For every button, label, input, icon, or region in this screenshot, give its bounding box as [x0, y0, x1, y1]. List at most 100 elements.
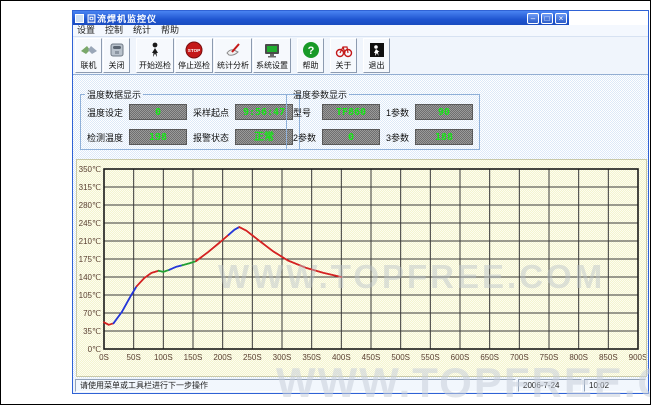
- about-button[interactable]: 关于: [330, 38, 357, 73]
- param2-value: 0: [322, 129, 380, 145]
- param3-label: 3参数: [386, 131, 409, 144]
- toolbar-button-label: 退出: [369, 61, 385, 71]
- svg-text:140℃: 140℃: [79, 273, 101, 282]
- help-button[interactable]: ? 帮助: [297, 38, 324, 73]
- svg-text:0S: 0S: [99, 353, 109, 362]
- stop-sign-icon: STOP: [185, 41, 203, 59]
- menu-item-statistics[interactable]: 统计: [133, 25, 151, 36]
- start-inspection-button[interactable]: 开始巡检: [136, 38, 174, 73]
- menu-item-help[interactable]: 帮助: [161, 25, 179, 36]
- statistics-analysis-button[interactable]: 统计分析: [214, 38, 252, 73]
- toolbar-separator: [292, 38, 296, 73]
- exit-icon: [368, 41, 386, 59]
- bicycle-icon: [335, 41, 353, 59]
- svg-text:900S: 900S: [629, 353, 646, 362]
- toolbar-button-label: 关于: [336, 61, 352, 71]
- menu-item-settings[interactable]: 设置: [77, 25, 95, 36]
- param1-value: 90: [415, 104, 473, 120]
- svg-text:550S: 550S: [421, 353, 440, 362]
- window-title: 回流焊机监控仪: [87, 12, 527, 25]
- svg-text:250S: 250S: [243, 353, 262, 362]
- temperature-chart: 0S 50S 100S 150S 200S 250S 300S 350S 400S 450S 500…: [76, 159, 647, 377]
- hand-pen-icon: [224, 41, 242, 59]
- svg-text:300S: 300S: [273, 353, 292, 362]
- disconnect-button[interactable]: 关闭: [103, 38, 130, 73]
- svg-text:35℃: 35℃: [83, 327, 101, 336]
- svg-text:175℃: 175℃: [79, 255, 101, 264]
- toolbar-button-label: 开始巡检: [139, 61, 171, 71]
- sample-start-value: 9:56:47: [235, 104, 293, 120]
- app-icon: [75, 14, 84, 23]
- svg-text:150S: 150S: [184, 353, 203, 362]
- toolbar-button-label: 统计分析: [217, 61, 249, 71]
- svg-text:450S: 450S: [362, 353, 381, 362]
- model-value: TF860: [322, 104, 380, 120]
- status-message: 请使用菜单或工具栏进行下一步操作: [75, 379, 516, 392]
- toolbar-button-label: 帮助: [303, 61, 319, 71]
- param1-label: 1参数: [386, 106, 409, 119]
- temp-setting-label: 温度设定: [87, 106, 123, 119]
- measured-temp-value: 198: [129, 129, 187, 145]
- svg-text:500S: 500S: [391, 353, 410, 362]
- title-bar-row: 回流焊机监控仪 – □ ×: [73, 11, 648, 25]
- alarm-status-label: 报警状态: [193, 131, 229, 144]
- svg-text:100S: 100S: [154, 353, 173, 362]
- svg-text:245℃: 245℃: [79, 219, 101, 228]
- toolbar-button-label: 系统设置: [256, 61, 288, 71]
- measured-temp-label: 检测温度: [87, 131, 123, 144]
- minimize-button[interactable]: –: [527, 13, 539, 24]
- param3-value: 188: [415, 129, 473, 145]
- svg-text:STOP: STOP: [188, 48, 200, 53]
- toolbar-separator: [325, 38, 329, 73]
- window-controls: – □ ×: [527, 13, 567, 24]
- svg-text:105℃: 105℃: [79, 291, 101, 300]
- svg-text:200S: 200S: [213, 353, 232, 362]
- menu-item-control[interactable]: 控制: [105, 25, 123, 36]
- connect-button[interactable]: 联机: [75, 38, 102, 73]
- svg-text:750S: 750S: [540, 353, 559, 362]
- status-time: 10:02: [584, 379, 646, 392]
- temp-setting-value: 0: [129, 104, 187, 120]
- svg-text:350S: 350S: [302, 353, 321, 362]
- model-label: 型号: [293, 106, 316, 119]
- toolbar-button-label: 联机: [81, 61, 97, 71]
- group-temp-data-title: 温度数据显示: [85, 88, 143, 101]
- group-temp-data: 温度数据显示 温度设定 0 采样起点 9:56:47 检测温度 198 报警状态…: [80, 88, 300, 150]
- handshake-icon: [80, 41, 98, 59]
- app-window: 回流焊机监控仪 – □ × 设置 控制 统计 帮助 联机: [72, 10, 649, 394]
- toolbar-separator: [358, 38, 362, 73]
- svg-text:400S: 400S: [332, 353, 351, 362]
- group-temp-params-title: 温度参数显示: [291, 88, 349, 101]
- svg-text:210℃: 210℃: [79, 237, 101, 246]
- phone-icon: [108, 41, 126, 59]
- menu-bar: 设置 控制 统计 帮助: [73, 25, 648, 37]
- status-bar: 请使用菜单或工具栏进行下一步操作 2006-7-24 10:02: [73, 378, 648, 393]
- svg-text:280℃: 280℃: [79, 201, 101, 210]
- close-button[interactable]: ×: [555, 13, 567, 24]
- title-bar: 回流焊机监控仪 – □ ×: [73, 11, 569, 25]
- svg-text:850S: 850S: [599, 353, 618, 362]
- sample-start-label: 采样起点: [193, 106, 229, 119]
- exit-button[interactable]: 退出: [363, 38, 390, 73]
- param2-label: 2参数: [293, 131, 316, 144]
- question-icon: ?: [302, 41, 320, 59]
- svg-text:?: ?: [307, 45, 314, 57]
- group-temp-params: 温度参数显示 型号 TF860 1参数 90 2参数 0 3参数 188: [286, 88, 480, 150]
- page: 回流焊机监控仪 – □ × 设置 控制 统计 帮助 联机: [0, 0, 651, 405]
- svg-text:800S: 800S: [569, 353, 588, 362]
- client-area: 温度数据显示 温度设定 0 采样起点 9:56:47 检测温度 198 报警状态…: [73, 75, 648, 378]
- svg-text:650S: 650S: [480, 353, 499, 362]
- svg-text:50S: 50S: [127, 353, 141, 362]
- toolbar-button-label: 停止巡检: [178, 61, 210, 71]
- person-icon: [146, 41, 164, 59]
- toolbar: 联机 关闭 开始巡检 STOP 停止巡检: [73, 37, 648, 75]
- svg-text:315℃: 315℃: [79, 183, 101, 192]
- svg-text:700S: 700S: [510, 353, 529, 362]
- toolbar-button-label: 关闭: [109, 61, 125, 71]
- system-settings-button[interactable]: 系统设置: [253, 38, 291, 73]
- monitor-icon: [263, 41, 281, 59]
- svg-text:350℃: 350℃: [79, 165, 101, 174]
- maximize-button[interactable]: □: [541, 13, 553, 24]
- status-date: 2006-7-24: [518, 379, 582, 392]
- stop-inspection-button[interactable]: STOP 停止巡检: [175, 38, 213, 73]
